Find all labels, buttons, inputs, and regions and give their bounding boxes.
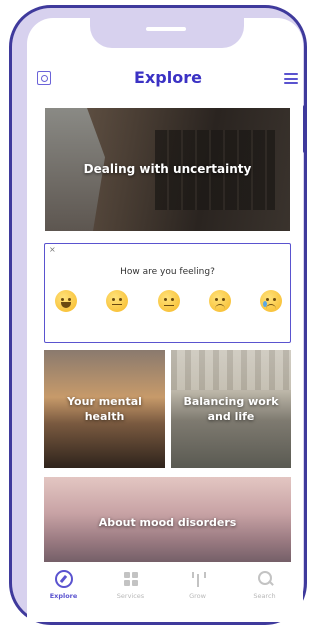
bottom-tab-bar: Explore Services Grow Search	[30, 562, 298, 610]
page-title: Explore	[134, 68, 202, 87]
tab-grow[interactable]: Grow	[172, 570, 224, 600]
card-title: About mood disorders	[98, 515, 237, 529]
card-title: Your mental health	[67, 395, 142, 423]
grid-icon	[122, 570, 140, 588]
neutral-emoji[interactable]	[157, 290, 180, 312]
hamburger-menu-icon[interactable]	[284, 73, 298, 84]
tab-label: Search	[253, 592, 276, 600]
emoji-row	[55, 290, 282, 312]
article-card-uncertainty[interactable]: Dealing with uncertainty	[45, 108, 290, 231]
card-title: Balancing work and life	[183, 395, 279, 423]
card-title: Dealing with uncertainty	[83, 162, 252, 176]
search-icon	[256, 570, 274, 588]
sad-emoji[interactable]	[208, 290, 231, 312]
mood-check-card: × How are you feeling?	[44, 243, 291, 343]
tab-label: Services	[116, 592, 145, 600]
scan-frame-icon[interactable]	[37, 71, 51, 85]
article-card-work-life[interactable]: Balancing work and life	[171, 350, 291, 468]
phone-side-button	[303, 105, 307, 153]
phone-notch	[90, 18, 244, 48]
crying-emoji[interactable]	[260, 290, 282, 312]
tab-label: Explore	[49, 592, 78, 600]
happy-emoji[interactable]	[106, 290, 129, 312]
tab-services[interactable]: Services	[105, 570, 157, 600]
mood-question: How are you feeling?	[120, 267, 215, 277]
tab-explore[interactable]: Explore	[38, 570, 90, 600]
article-card-mood-disorders[interactable]: About mood disorders	[44, 477, 291, 567]
compass-icon	[54, 570, 73, 588]
close-icon[interactable]: ×	[49, 245, 56, 254]
speaker-bar	[146, 27, 186, 31]
very-happy-emoji[interactable]	[55, 290, 77, 312]
tab-search[interactable]: Search	[239, 570, 291, 600]
article-card-mental-health[interactable]: Your mental health	[44, 350, 165, 468]
tab-label: Grow	[189, 592, 206, 600]
sprout-icon	[189, 570, 207, 588]
